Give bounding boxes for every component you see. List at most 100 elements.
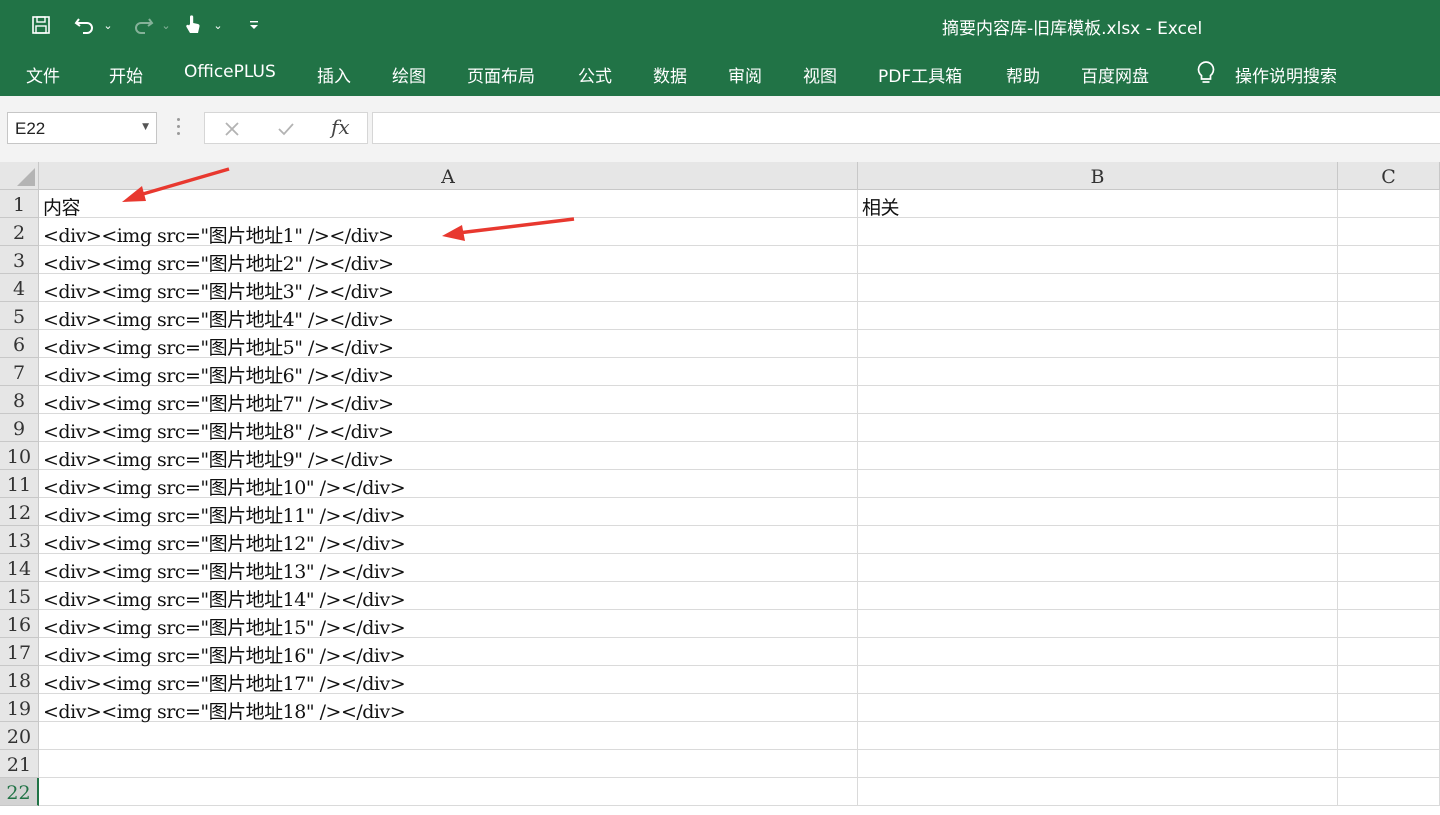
cell-a[interactable]: <div><img src="图片地址4" /></div> [39,302,858,331]
save-icon[interactable] [28,10,54,40]
tab-file[interactable]: 文件 [26,62,60,87]
tab-draw[interactable]: 绘图 [392,62,426,87]
cell-c[interactable] [1338,330,1440,358]
customize-icon[interactable] [245,10,263,40]
cell-a[interactable]: 内容 [39,190,858,219]
cell-c[interactable] [1338,414,1440,442]
cell-b[interactable] [858,750,1338,778]
cell-b[interactable] [858,694,1338,722]
row-header[interactable]: 2 [0,218,39,246]
column-header-c[interactable]: C [1338,162,1440,190]
cancel-icon[interactable] [217,117,247,141]
column-header-a[interactable]: A [39,162,858,190]
cell-a[interactable]: <div><img src="图片地址17" /></div> [39,666,858,695]
cell-a[interactable] [39,722,858,750]
lightbulb-icon[interactable] [1196,60,1216,90]
cell-a[interactable]: <div><img src="图片地址7" /></div> [39,386,858,415]
cell-b[interactable] [858,666,1338,694]
row-header[interactable]: 8 [0,386,39,414]
cell-c[interactable] [1338,274,1440,302]
tab-review[interactable]: 审阅 [728,62,762,87]
cell-b[interactable] [858,414,1338,442]
row-header[interactable]: 12 [0,498,39,526]
name-box[interactable]: E22 ▼ [7,112,157,144]
column-header-b[interactable]: B [858,162,1338,190]
row-header[interactable]: 20 [0,722,39,750]
cell-a[interactable]: <div><img src="图片地址1" /></div> [39,218,858,247]
cell-a[interactable]: <div><img src="图片地址13" /></div> [39,554,858,583]
cell-a[interactable]: <div><img src="图片地址9" /></div> [39,442,858,471]
cell-c[interactable] [1338,778,1440,806]
formula-input[interactable] [372,112,1440,144]
cell-b[interactable] [858,274,1338,302]
cell-b[interactable] [858,302,1338,330]
row-header[interactable]: 22 [0,778,39,806]
cell-a[interactable]: <div><img src="图片地址18" /></div> [39,694,858,723]
cell-b[interactable] [858,554,1338,582]
cell-c[interactable] [1338,582,1440,610]
row-header[interactable]: 3 [0,246,39,274]
tab-insert[interactable]: 插入 [317,62,351,87]
row-header[interactable]: 14 [0,554,39,582]
tab-pdf-tools[interactable]: PDF工具箱 [878,62,962,87]
tab-officeplus[interactable]: OfficePLUS [184,62,276,82]
row-header[interactable]: 1 [0,190,39,218]
redo-dropdown-icon[interactable]: ⌄ [160,10,172,40]
cell-b[interactable] [858,722,1338,750]
name-box-dropdown-icon[interactable]: ▼ [142,122,149,132]
row-header[interactable]: 7 [0,358,39,386]
row-header[interactable]: 5 [0,302,39,330]
formula-bar-grip-icon[interactable] [177,118,180,138]
cell-b[interactable] [858,218,1338,246]
cell-c[interactable] [1338,442,1440,470]
cell-b[interactable] [858,246,1338,274]
cell-a[interactable]: <div><img src="图片地址14" /></div> [39,582,858,611]
cell-a[interactable]: <div><img src="图片地址2" /></div> [39,246,858,275]
cell-b[interactable] [858,638,1338,666]
row-header[interactable]: 16 [0,610,39,638]
cell-a[interactable]: <div><img src="图片地址6" /></div> [39,358,858,387]
cell-a[interactable] [39,750,858,778]
cell-a[interactable]: <div><img src="图片地址12" /></div> [39,526,858,555]
cell-a[interactable]: <div><img src="图片地址10" /></div> [39,470,858,499]
cell-c[interactable] [1338,666,1440,694]
tab-page-layout[interactable]: 页面布局 [467,62,535,87]
touch-mode-dropdown-icon[interactable]: ⌄ [212,10,224,40]
tab-help[interactable]: 帮助 [1006,62,1040,87]
cell-a[interactable]: <div><img src="图片地址11" /></div> [39,498,858,527]
cell-c[interactable] [1338,554,1440,582]
insert-function-button[interactable]: fx [331,115,350,139]
cell-b[interactable] [858,610,1338,638]
cell-c[interactable] [1338,498,1440,526]
cell-c[interactable] [1338,190,1440,218]
cell-b[interactable] [858,442,1338,470]
cell-b[interactable] [858,386,1338,414]
undo-icon[interactable] [72,10,98,40]
tab-view[interactable]: 视图 [803,62,837,87]
cell-b[interactable] [858,330,1338,358]
tell-me-search[interactable]: 操作说明搜索 [1235,62,1337,87]
undo-dropdown-icon[interactable]: ⌄ [102,10,114,40]
cell-c[interactable] [1338,610,1440,638]
cell-b[interactable] [858,498,1338,526]
cell-a[interactable]: <div><img src="图片地址15" /></div> [39,610,858,639]
cell-c[interactable] [1338,218,1440,246]
tab-data[interactable]: 数据 [653,62,687,87]
enter-check-icon[interactable] [271,117,301,141]
row-header[interactable]: 19 [0,694,39,722]
cell-c[interactable] [1338,246,1440,274]
cell-c[interactable] [1338,358,1440,386]
row-header[interactable]: 9 [0,414,39,442]
cell-a[interactable]: <div><img src="图片地址8" /></div> [39,414,858,443]
select-all-button[interactable] [0,162,39,190]
row-header[interactable]: 15 [0,582,39,610]
touch-mode-icon[interactable] [181,10,205,40]
cell-a[interactable]: <div><img src="图片地址3" /></div> [39,274,858,303]
cell-b[interactable] [858,358,1338,386]
tab-formulas[interactable]: 公式 [578,62,612,87]
cell-b[interactable]: 相关 [858,190,1338,219]
row-header[interactable]: 13 [0,526,39,554]
tab-home[interactable]: 开始 [109,62,143,87]
cell-b[interactable] [858,582,1338,610]
cell-a[interactable]: <div><img src="图片地址5" /></div> [39,330,858,359]
